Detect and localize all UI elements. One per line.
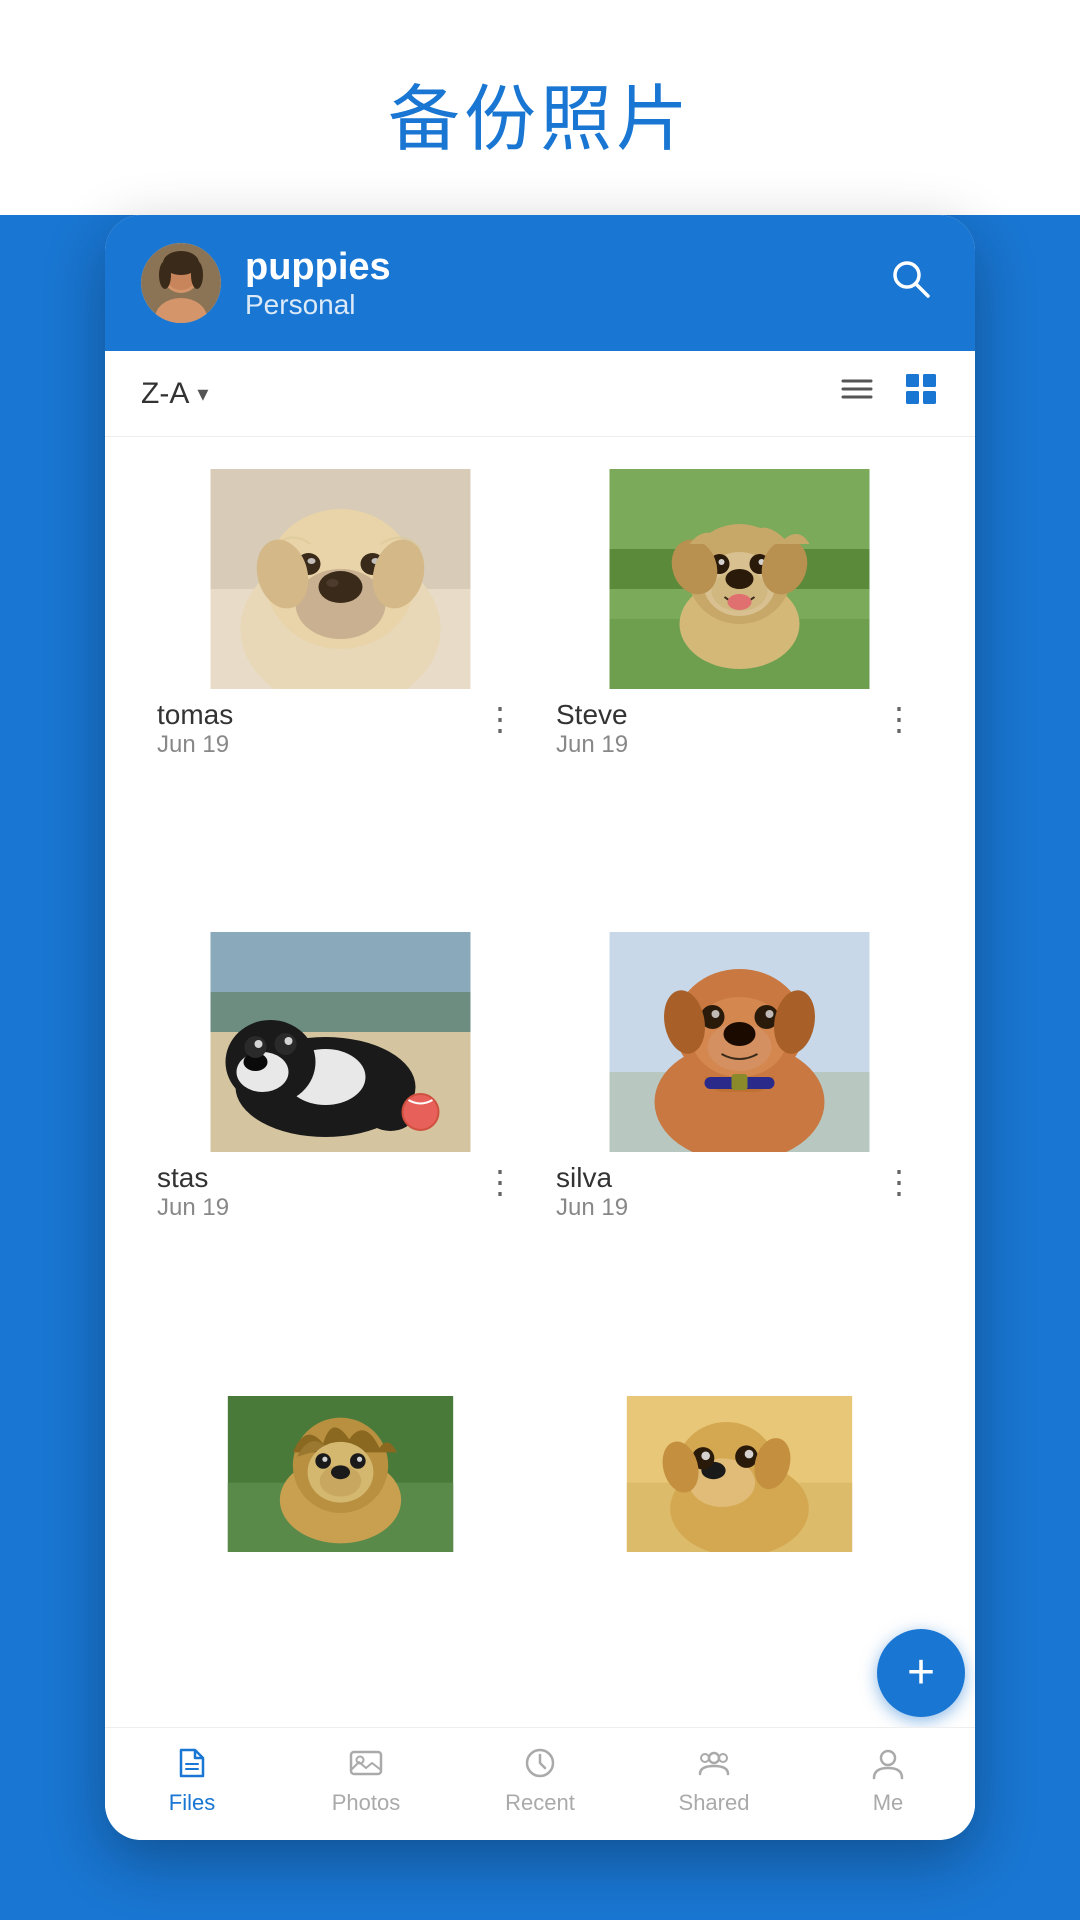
photo-item[interactable]: Steve Jun 19 ⋮ xyxy=(540,457,939,920)
photos-icon xyxy=(347,1744,385,1782)
more-options-button[interactable]: ⋮ xyxy=(875,699,923,739)
nav-label-files: Files xyxy=(169,1790,215,1816)
bottom-nav: Files Photos Recent xyxy=(105,1727,975,1840)
header-subtitle: Personal xyxy=(245,289,857,321)
photo-thumbnail[interactable] xyxy=(552,932,927,1152)
app-header: puppies Personal xyxy=(105,215,975,351)
recent-icon xyxy=(521,1744,559,1782)
photo-name: tomas xyxy=(157,699,233,731)
photo-name: silva xyxy=(556,1162,628,1194)
shared-icon xyxy=(695,1744,733,1782)
folder-name: puppies xyxy=(245,246,857,289)
sort-selector[interactable]: Z-A ▾ xyxy=(141,377,208,411)
photo-thumbnail[interactable] xyxy=(153,932,528,1152)
nav-label-shared: Shared xyxy=(679,1790,750,1816)
photo-item[interactable]: silva Jun 19 ⋮ xyxy=(540,920,939,1383)
photo-thumbnail[interactable] xyxy=(153,1396,528,1552)
photo-meta: tomas Jun 19 ⋮ xyxy=(153,689,528,765)
photo-item[interactable] xyxy=(540,1384,939,1564)
photo-meta: stas Jun 19 ⋮ xyxy=(153,1152,528,1228)
more-options-button[interactable]: ⋮ xyxy=(476,1162,524,1202)
more-options-button[interactable]: ⋮ xyxy=(476,699,524,739)
nav-item-photos[interactable]: Photos xyxy=(279,1744,453,1816)
list-view-icon[interactable] xyxy=(839,371,875,416)
more-options-button[interactable]: ⋮ xyxy=(875,1162,923,1202)
photo-date: Jun 19 xyxy=(157,1194,229,1222)
photo-thumbnail[interactable] xyxy=(552,1396,927,1552)
sort-toolbar: Z-A ▾ xyxy=(105,351,975,437)
avatar[interactable] xyxy=(141,243,221,323)
photo-name: stas xyxy=(157,1162,229,1194)
view-options xyxy=(839,371,939,416)
nav-label-recent: Recent xyxy=(505,1790,575,1816)
nav-label-photos: Photos xyxy=(332,1790,401,1816)
page-title: 备份照片 xyxy=(388,0,692,215)
header-text: puppies Personal xyxy=(245,246,857,321)
nav-item-me[interactable]: Me xyxy=(801,1744,975,1816)
add-button[interactable]: + xyxy=(877,1629,965,1717)
photo-name: Steve xyxy=(556,699,628,731)
photo-item[interactable]: tomas Jun 19 ⋮ xyxy=(141,457,540,920)
photo-date: Jun 19 xyxy=(556,1194,628,1222)
nav-item-recent[interactable]: Recent xyxy=(453,1744,627,1816)
grid-view-icon[interactable] xyxy=(903,371,939,416)
nav-item-files[interactable]: Files xyxy=(105,1744,279,1816)
photo-date: Jun 19 xyxy=(157,731,233,759)
photo-date: Jun 19 xyxy=(556,731,628,759)
photo-meta: Steve Jun 19 ⋮ xyxy=(552,689,927,765)
phone-frame: puppies Personal Z-A ▾ xyxy=(105,215,975,1840)
sort-value: Z-A xyxy=(141,377,189,411)
files-icon xyxy=(173,1744,211,1782)
search-button[interactable] xyxy=(881,249,939,317)
photo-item[interactable]: stas Jun 19 ⋮ xyxy=(141,920,540,1383)
nav-label-me: Me xyxy=(873,1790,904,1816)
plus-icon: + xyxy=(907,1649,935,1697)
nav-item-shared[interactable]: Shared xyxy=(627,1744,801,1816)
photo-thumbnail[interactable] xyxy=(153,469,528,689)
photo-item[interactable] xyxy=(141,1384,540,1564)
me-icon xyxy=(869,1744,907,1782)
chevron-down-icon: ▾ xyxy=(197,381,208,407)
photo-meta: silva Jun 19 ⋮ xyxy=(552,1152,927,1228)
photo-grid: tomas Jun 19 ⋮ xyxy=(105,437,975,1727)
photo-thumbnail[interactable] xyxy=(552,469,927,689)
